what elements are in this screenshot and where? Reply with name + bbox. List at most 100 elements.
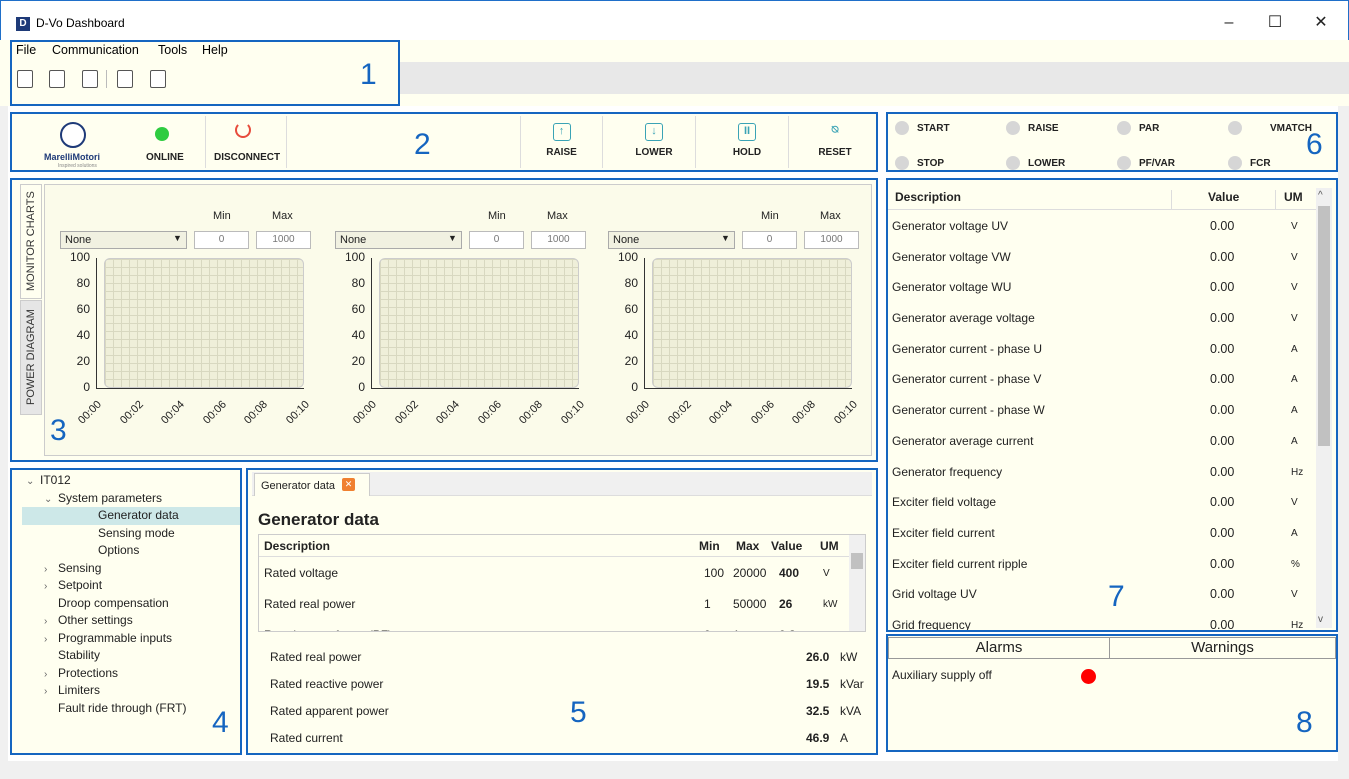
measurement-unit: A: [1291, 405, 1298, 417]
scroll-down-icon[interactable]: v: [1318, 614, 1323, 625]
measurement-row: Generator frequency 0.00 Hz: [888, 457, 1316, 488]
summary-unit: kVar: [840, 677, 864, 691]
chevron-down-icon[interactable]: ▼: [448, 233, 457, 243]
chevron-down-icon[interactable]: ▼: [721, 233, 730, 243]
maximize-button[interactable]: ☐: [1252, 10, 1298, 36]
alarm-item-label: Auxiliary supply off: [892, 668, 992, 682]
summary-unit: kVA: [840, 704, 862, 718]
series-select[interactable]: None: [608, 231, 735, 249]
upload-icon[interactable]: [82, 70, 98, 88]
summary-value: 19.5: [806, 677, 830, 691]
region-6-number: 6: [1306, 128, 1323, 161]
row-min: 0: [704, 620, 711, 631]
tree-item[interactable]: › Sensing: [22, 560, 242, 578]
chevron-icon[interactable]: ›: [44, 666, 58, 684]
save-icon[interactable]: [49, 70, 65, 88]
alarms-header[interactable]: Alarms: [888, 637, 1110, 659]
hold-button[interactable]: II HOLD: [706, 116, 789, 168]
scroll-up-icon[interactable]: ^: [1318, 190, 1323, 201]
measurement-description: Generator voltage VW: [892, 249, 1011, 264]
col-divider: [1275, 190, 1276, 210]
max-input[interactable]: 1000: [256, 231, 311, 249]
col-um: UM: [1284, 190, 1303, 204]
reset-button[interactable]: ⍉ RESET: [796, 116, 874, 168]
scrollbar-thumb[interactable]: [851, 553, 863, 569]
min-input[interactable]: 0: [194, 231, 249, 249]
menu-tools[interactable]: Tools: [158, 43, 187, 57]
row-unit: kW: [823, 599, 838, 610]
summary-label: Rated current: [270, 731, 343, 745]
generator-row: Rated power factor (PF) 0 1 0.8: [259, 620, 849, 631]
generator-scrollbar[interactable]: [849, 535, 865, 631]
chevron-icon[interactable]: ›: [44, 561, 58, 579]
summary-label: Rated real power: [270, 650, 362, 664]
chevron-icon[interactable]: ›: [44, 683, 58, 701]
generator-title: Generator data: [258, 510, 379, 529]
menu-communication[interactable]: Communication: [52, 43, 139, 57]
measurement-unit: V: [1291, 221, 1298, 232]
min-input[interactable]: 0: [742, 231, 797, 249]
tree-item[interactable]: Generator data: [22, 507, 242, 525]
tab-monitor-charts[interactable]: MONITOR CHARTS: [20, 184, 42, 299]
tree-item[interactable]: Fault ride through (FRT): [22, 700, 242, 718]
chevron-icon[interactable]: ›: [44, 613, 58, 631]
chevron-icon[interactable]: ›: [44, 578, 58, 596]
min-input[interactable]: 0: [469, 231, 524, 249]
minimize-button[interactable]: –: [1206, 10, 1252, 36]
tree-item[interactable]: Stability: [22, 647, 242, 665]
measurement-value: 0.00: [1210, 525, 1235, 540]
max-input[interactable]: 1000: [804, 231, 859, 249]
menu-help[interactable]: Help: [202, 43, 228, 57]
tree-item-label: Fault ride through (FRT): [58, 700, 187, 715]
tree-item[interactable]: ⌄ IT012: [22, 472, 242, 490]
measurement-description: Exciter field current ripple: [892, 556, 1028, 571]
tree-item[interactable]: › Protections: [22, 665, 242, 683]
max-input[interactable]: 1000: [531, 231, 586, 249]
pause-icon: II: [738, 123, 756, 141]
tab-power-diagram[interactable]: POWER DIAGRAM: [20, 300, 42, 415]
tree-item-label: Sensing mode: [98, 525, 175, 540]
scrollbar-thumb[interactable]: [1318, 206, 1330, 446]
close-button[interactable]: ✕: [1298, 10, 1344, 36]
menu-file[interactable]: File: [16, 43, 36, 57]
lower-button[interactable]: ↓ LOWER: [613, 116, 696, 168]
y-axis-line: [371, 258, 372, 388]
tree-item[interactable]: › Setpoint: [22, 577, 242, 595]
measurement-unit: V: [1291, 589, 1298, 601]
tree-item[interactable]: Options: [22, 542, 242, 560]
tree-item[interactable]: Droop compensation: [22, 595, 242, 613]
summary-row: Rated current 46.9 A: [258, 725, 866, 752]
warnings-header[interactable]: Warnings: [1110, 637, 1336, 659]
measurement-unit: %: [1291, 558, 1300, 570]
close-tab-icon[interactable]: ✕: [342, 478, 355, 491]
chevron-icon[interactable]: ⌄: [44, 491, 58, 509]
min-label: Min: [488, 210, 506, 222]
series-select[interactable]: None: [335, 231, 462, 249]
tree-item[interactable]: Sensing mode: [22, 525, 242, 543]
chevron-icon[interactable]: ›: [44, 631, 58, 649]
y-tick-label: 40: [351, 328, 365, 342]
chevron-icon[interactable]: ⌄: [26, 473, 40, 491]
tree-item[interactable]: › Other settings: [22, 612, 242, 630]
y-tick-label: 80: [351, 276, 365, 290]
new-file-icon[interactable]: [17, 70, 33, 88]
chevron-down-icon[interactable]: ▼: [173, 233, 182, 243]
chart-plot-area: [379, 258, 579, 388]
y-axis-line: [644, 258, 645, 388]
summary-unit: kW: [840, 650, 858, 664]
add-device-icon[interactable]: [117, 70, 133, 88]
brand-logo-icon: [60, 122, 86, 148]
row-min: 1: [704, 597, 711, 611]
tree-item-label: Setpoint: [58, 578, 103, 592]
measurement-description: Exciter field voltage: [892, 495, 997, 510]
series-select[interactable]: None: [60, 231, 187, 249]
measurements-panel: Description Value UM Generator voltage U…: [888, 180, 1336, 630]
tree-item[interactable]: › Programmable inputs: [22, 630, 242, 648]
add-device-2-icon[interactable]: [150, 70, 166, 88]
tree-item[interactable]: ⌄ System parameters: [22, 490, 242, 508]
raise-button[interactable]: ↑ RAISE: [520, 116, 603, 168]
tree-item[interactable]: › Limiters: [22, 682, 242, 700]
measurement-row: Exciter field current ripple 0.00%: [888, 549, 1316, 580]
app-logo: D: [16, 17, 30, 31]
y-tick-label: 20: [624, 354, 638, 368]
